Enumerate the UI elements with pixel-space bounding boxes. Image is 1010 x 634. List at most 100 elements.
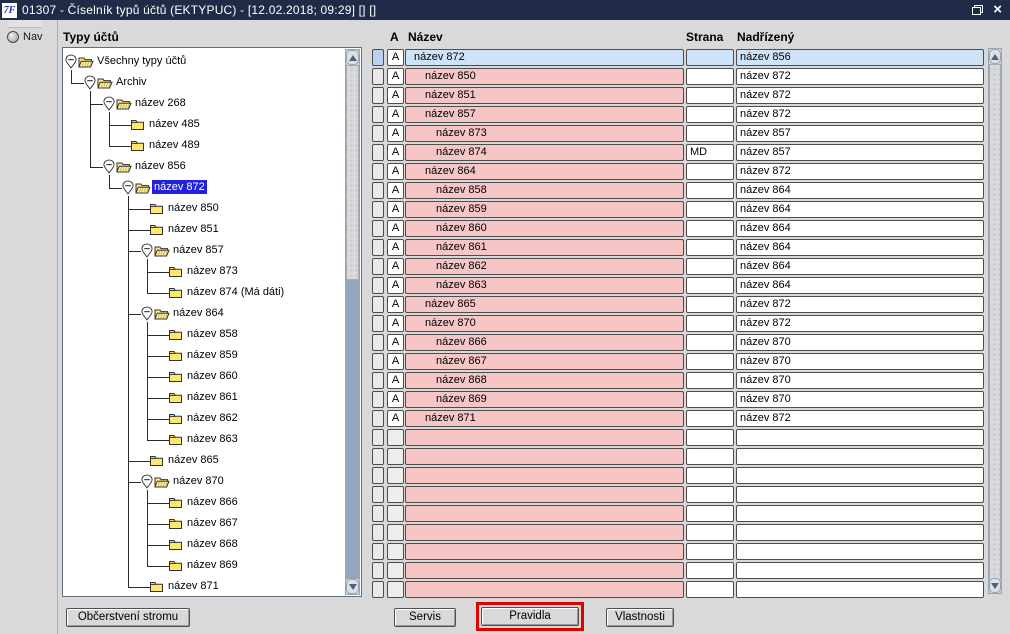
tree-node[interactable]: název 861	[185, 390, 240, 404]
a-cell[interactable]: A	[387, 87, 404, 104]
tree-node[interactable]: název 869	[185, 558, 240, 572]
tree-node[interactable]: název 874 (Má dáti)	[185, 285, 286, 299]
tree-node[interactable]: název 868	[185, 537, 240, 551]
nadrizeny-cell[interactable]	[736, 505, 984, 522]
servis-button[interactable]: Servis	[394, 608, 456, 627]
strana-cell[interactable]	[686, 201, 734, 218]
tree-expand-handle[interactable]	[141, 243, 153, 258]
nazev-cell[interactable]: název 866	[405, 334, 684, 351]
a-cell[interactable]	[387, 524, 404, 541]
a-cell[interactable]	[387, 505, 404, 522]
refresh-tree-button[interactable]: Občerstvení stromu	[66, 608, 190, 627]
nazev-cell[interactable]: název 871	[405, 410, 684, 427]
record-indicator-cell[interactable]	[372, 448, 384, 465]
nazev-cell[interactable]: název 865	[405, 296, 684, 313]
a-cell[interactable]: A	[387, 220, 404, 237]
nadrizeny-cell[interactable]: název 872	[736, 163, 984, 180]
nazev-cell[interactable]	[405, 524, 684, 541]
tree-node[interactable]: název 873	[185, 264, 240, 278]
nadrizeny-cell[interactable]: název 872	[736, 410, 984, 427]
tree-node[interactable]: název 856	[133, 159, 188, 173]
nadrizeny-cell[interactable]: název 870	[736, 391, 984, 408]
record-indicator-cell[interactable]	[372, 524, 384, 541]
tree-node[interactable]: Archiv	[114, 75, 149, 89]
nazev-cell[interactable]: název 850	[405, 68, 684, 85]
nadrizeny-cell[interactable]: název 872	[736, 68, 984, 85]
tree-node[interactable]: název 864	[171, 306, 226, 320]
record-indicator-cell[interactable]	[372, 239, 384, 256]
a-cell[interactable]: A	[387, 201, 404, 218]
tree-node[interactable]: název 867	[185, 516, 240, 530]
nadrizeny-cell[interactable]: název 864	[736, 239, 984, 256]
strana-cell[interactable]	[686, 239, 734, 256]
nazev-cell[interactable]: název 859	[405, 201, 684, 218]
tree-node[interactable]: název 860	[185, 369, 240, 383]
a-cell[interactable]: A	[387, 239, 404, 256]
table-scrollbar[interactable]	[988, 48, 1002, 594]
strana-cell[interactable]	[686, 505, 734, 522]
strana-cell[interactable]	[686, 467, 734, 484]
strana-cell[interactable]	[686, 296, 734, 313]
strana-cell[interactable]	[686, 334, 734, 351]
strana-cell[interactable]	[686, 353, 734, 370]
tree-scroll-up-button[interactable]	[346, 50, 359, 65]
tree-node[interactable]: název 865	[166, 453, 221, 467]
nadrizeny-cell[interactable]: název 872	[736, 87, 984, 104]
a-cell[interactable]	[387, 562, 404, 579]
nazev-cell[interactable]	[405, 429, 684, 446]
record-indicator-cell[interactable]	[372, 391, 384, 408]
strana-cell[interactable]	[686, 448, 734, 465]
nazev-cell[interactable]	[405, 448, 684, 465]
a-cell[interactable]: A	[387, 182, 404, 199]
record-indicator-cell[interactable]	[372, 182, 384, 199]
strana-cell[interactable]	[686, 68, 734, 85]
strana-cell[interactable]	[686, 581, 734, 598]
nazev-cell[interactable]: název 857	[405, 106, 684, 123]
a-cell[interactable]: A	[387, 163, 404, 180]
a-cell[interactable]: A	[387, 106, 404, 123]
nazev-cell[interactable]: název 864	[405, 163, 684, 180]
nazev-cell[interactable]	[405, 581, 684, 598]
record-indicator-cell[interactable]	[372, 144, 384, 161]
record-indicator-cell[interactable]	[372, 315, 384, 332]
nadrizeny-cell[interactable]: název 864	[736, 182, 984, 199]
nadrizeny-cell[interactable]: název 857	[736, 125, 984, 142]
a-cell[interactable]: A	[387, 315, 404, 332]
strana-cell[interactable]: MD	[686, 144, 734, 161]
tree-node[interactable]: název 858	[185, 327, 240, 341]
strana-cell[interactable]	[686, 562, 734, 579]
nazev-cell[interactable]	[405, 543, 684, 560]
record-indicator-cell[interactable]	[372, 87, 384, 104]
record-indicator-cell[interactable]	[372, 353, 384, 370]
nadrizeny-cell[interactable]: název 856	[736, 49, 984, 66]
nazev-cell[interactable]: název 861	[405, 239, 684, 256]
nazev-cell[interactable]	[405, 562, 684, 579]
strana-cell[interactable]	[686, 315, 734, 332]
nadrizeny-cell[interactable]: název 857	[736, 144, 984, 161]
tree-expand-handle[interactable]	[141, 474, 153, 489]
record-indicator-cell[interactable]	[372, 410, 384, 427]
a-cell[interactable]: A	[387, 125, 404, 142]
nadrizeny-cell[interactable]	[736, 581, 984, 598]
strana-cell[interactable]	[686, 49, 734, 66]
nazev-cell[interactable]: název 858	[405, 182, 684, 199]
strana-cell[interactable]	[686, 106, 734, 123]
nadrizeny-cell[interactable]	[736, 429, 984, 446]
nadrizeny-cell[interactable]: název 872	[736, 106, 984, 123]
a-cell[interactable]	[387, 543, 404, 560]
table-scrollbar-thumb[interactable]	[989, 64, 1001, 580]
record-indicator-cell[interactable]	[372, 201, 384, 218]
record-indicator-cell[interactable]	[372, 486, 384, 503]
a-cell[interactable]: A	[387, 296, 404, 313]
strana-cell[interactable]	[686, 524, 734, 541]
nadrizeny-cell[interactable]: název 864	[736, 258, 984, 275]
a-cell[interactable]	[387, 486, 404, 503]
record-indicator-cell[interactable]	[372, 49, 384, 66]
record-indicator-cell[interactable]	[372, 106, 384, 123]
strana-cell[interactable]	[686, 125, 734, 142]
strana-cell[interactable]	[686, 87, 734, 104]
record-indicator-cell[interactable]	[372, 334, 384, 351]
nadrizeny-cell[interactable]: název 872	[736, 296, 984, 313]
a-cell[interactable]: A	[387, 372, 404, 389]
tree-expand-handle[interactable]	[84, 75, 96, 90]
